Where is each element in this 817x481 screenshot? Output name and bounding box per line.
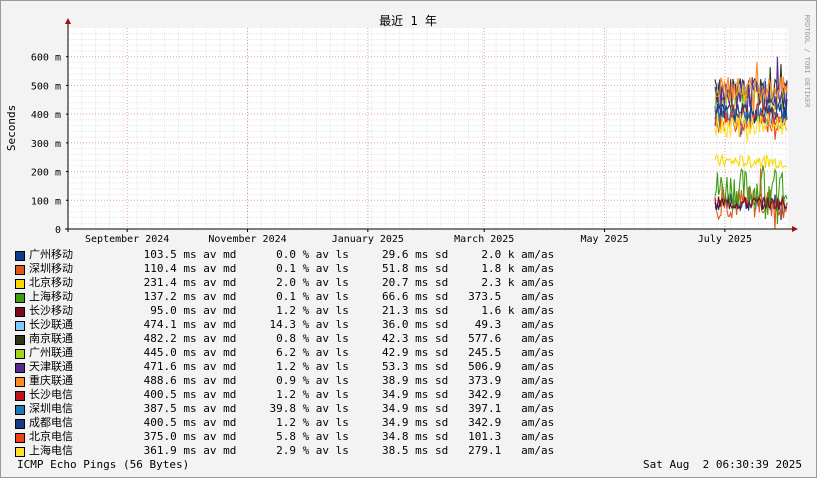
legend-row: 深圳电信 387.5 ms av md 39.8 % av ls 34.9 ms…: [15, 402, 575, 416]
legend-series-name: 深圳移动: [29, 262, 73, 275]
legend-stats: 400.5 ms av md 1.2 % av ls 34.9 ms sd 34…: [137, 388, 555, 401]
legend-stats: 445.0 ms av md 6.2 % av ls 42.9 ms sd 24…: [137, 346, 555, 359]
legend-stats: 400.5 ms av md 1.2 % av ls 34.9 ms sd 34…: [137, 416, 555, 429]
legend-row: 重庆联通 488.6 ms av md 0.9 % av ls 38.9 ms …: [15, 374, 575, 388]
legend-series-name: 上海移动: [29, 290, 73, 303]
legend-row: 上海移动 137.2 ms av md 0.1 % av ls 66.6 ms …: [15, 290, 575, 304]
legend: 广州移动 103.5 ms av md 0.0 % av ls 29.6 ms …: [15, 248, 575, 458]
legend-swatch: [15, 293, 25, 303]
x-tick-label: January 2025: [332, 234, 404, 245]
legend-stats: 95.0 ms av md 1.2 % av ls 21.3 ms sd 1.6…: [137, 304, 555, 317]
legend-stats: 103.5 ms av md 0.0 % av ls 29.6 ms sd 2.…: [137, 248, 555, 261]
legend-stats: 482.2 ms av md 0.8 % av ls 42.3 ms sd 57…: [137, 332, 555, 345]
legend-stats: 471.6 ms av md 1.2 % av ls 53.3 ms sd 50…: [137, 360, 555, 373]
legend-series-name: 北京移动: [29, 276, 73, 289]
legend-swatch: [15, 265, 25, 275]
legend-stats: 231.4 ms av md 2.0 % av ls 20.7 ms sd 2.…: [137, 276, 555, 289]
chart-title: 最近 1 年: [379, 14, 437, 28]
legend-series-name: 北京电信: [29, 430, 73, 443]
legend-series-name: 深圳电信: [29, 402, 73, 415]
legend-series-name: 上海电信: [29, 444, 73, 457]
legend-series-name: 广州联通: [29, 346, 73, 359]
legend-swatch: [15, 335, 25, 345]
legend-stats: 488.6 ms av md 0.9 % av ls 38.9 ms sd 37…: [137, 374, 555, 387]
y-tick-label: 500 m: [31, 81, 61, 92]
legend-row: 上海电信 361.9 ms av md 2.9 % av ls 38.5 ms …: [15, 444, 575, 458]
y-tick-label: 200 m: [31, 168, 61, 179]
legend-stats: 387.5 ms av md 39.8 % av ls 34.9 ms sd 3…: [137, 402, 555, 415]
x-tick-label: May 2025: [580, 234, 628, 245]
grid: [67, 28, 788, 229]
legend-row: 长沙移动 95.0 ms av md 1.2 % av ls 21.3 ms s…: [15, 304, 575, 318]
legend-series-name: 长沙电信: [29, 388, 73, 401]
rrdtool-credit: RRDTOOL / TOBI OETIKER: [803, 15, 811, 109]
y-axis-label: Seconds: [5, 105, 18, 151]
legend-row: 天津联通 471.6 ms av md 1.2 % av ls 53.3 ms …: [15, 360, 575, 374]
legend-row: 北京移动 231.4 ms av md 2.0 % av ls 20.7 ms …: [15, 276, 575, 290]
x-tick-label: July 2025: [698, 234, 752, 245]
legend-series-name: 长沙移动: [29, 304, 73, 317]
legend-series-name: 南京联通: [29, 332, 73, 345]
legend-series-name: 广州移动: [29, 248, 73, 261]
legend-swatch: [15, 377, 25, 387]
legend-swatch: [15, 447, 25, 457]
legend-row: 北京电信 375.0 ms av md 5.8 % av ls 34.8 ms …: [15, 430, 575, 444]
legend-series-name: 重庆联通: [29, 374, 73, 387]
footer-left: ICMP Echo Pings (56 Bytes): [17, 458, 190, 471]
legend-row: 南京联通 482.2 ms av md 0.8 % av ls 42.3 ms …: [15, 332, 575, 346]
legend-row: 长沙电信 400.5 ms av md 1.2 % av ls 34.9 ms …: [15, 388, 575, 402]
x-axis-arrow: [792, 226, 798, 232]
y-tick-label: 0: [55, 225, 61, 236]
chart-frame: 0 100 m 200 m 300 m 400 m 500 m 600 m September…: [0, 0, 817, 478]
legend-swatch: [15, 433, 25, 443]
legend-row: 广州联通 445.0 ms av md 6.2 % av ls 42.9 ms …: [15, 346, 575, 360]
y-tick-label: 100 m: [31, 196, 61, 207]
legend-swatch: [15, 307, 25, 317]
x-tick-label: September 2024: [85, 234, 169, 245]
x-tick-label: November 2024: [208, 234, 286, 245]
legend-stats: 375.0 ms av md 5.8 % av ls 34.8 ms sd 10…: [137, 430, 555, 443]
legend-row: 长沙联通 474.1 ms av md 14.3 % av ls 36.0 ms…: [15, 318, 575, 332]
legend-swatch: [15, 349, 25, 359]
y-tick-label: 300 m: [31, 139, 61, 150]
y-tick-label: 600 m: [31, 53, 61, 64]
legend-row: 广州移动 103.5 ms av md 0.0 % av ls 29.6 ms …: [15, 248, 575, 262]
footer-timestamp: Sat Aug 2 06:30:39 2025: [643, 458, 802, 471]
legend-swatch: [15, 405, 25, 415]
y-axis-arrow: [65, 18, 71, 24]
y-tick-label: 400 m: [31, 110, 61, 121]
legend-swatch: [15, 363, 25, 373]
legend-swatch: [15, 391, 25, 401]
legend-stats: 474.1 ms av md 14.3 % av ls 36.0 ms sd 4…: [137, 318, 555, 331]
legend-swatch: [15, 419, 25, 429]
x-tick-label: March 2025: [454, 234, 514, 245]
legend-series-name: 天津联通: [29, 360, 73, 373]
legend-swatch: [15, 251, 25, 261]
legend-series-name: 成都电信: [29, 416, 73, 429]
legend-stats: 137.2 ms av md 0.1 % av ls 66.6 ms sd 37…: [137, 290, 555, 303]
plot-area: [68, 28, 788, 229]
legend-series-name: 长沙联通: [29, 318, 73, 331]
legend-swatch: [15, 321, 25, 331]
legend-swatch: [15, 279, 25, 289]
legend-row: 成都电信 400.5 ms av md 1.2 % av ls 34.9 ms …: [15, 416, 575, 430]
legend-stats: 110.4 ms av md 0.1 % av ls 51.8 ms sd 1.…: [137, 262, 555, 275]
legend-row: 深圳移动 110.4 ms av md 0.1 % av ls 51.8 ms …: [15, 262, 575, 276]
legend-stats: 361.9 ms av md 2.9 % av ls 38.5 ms sd 27…: [137, 444, 555, 457]
